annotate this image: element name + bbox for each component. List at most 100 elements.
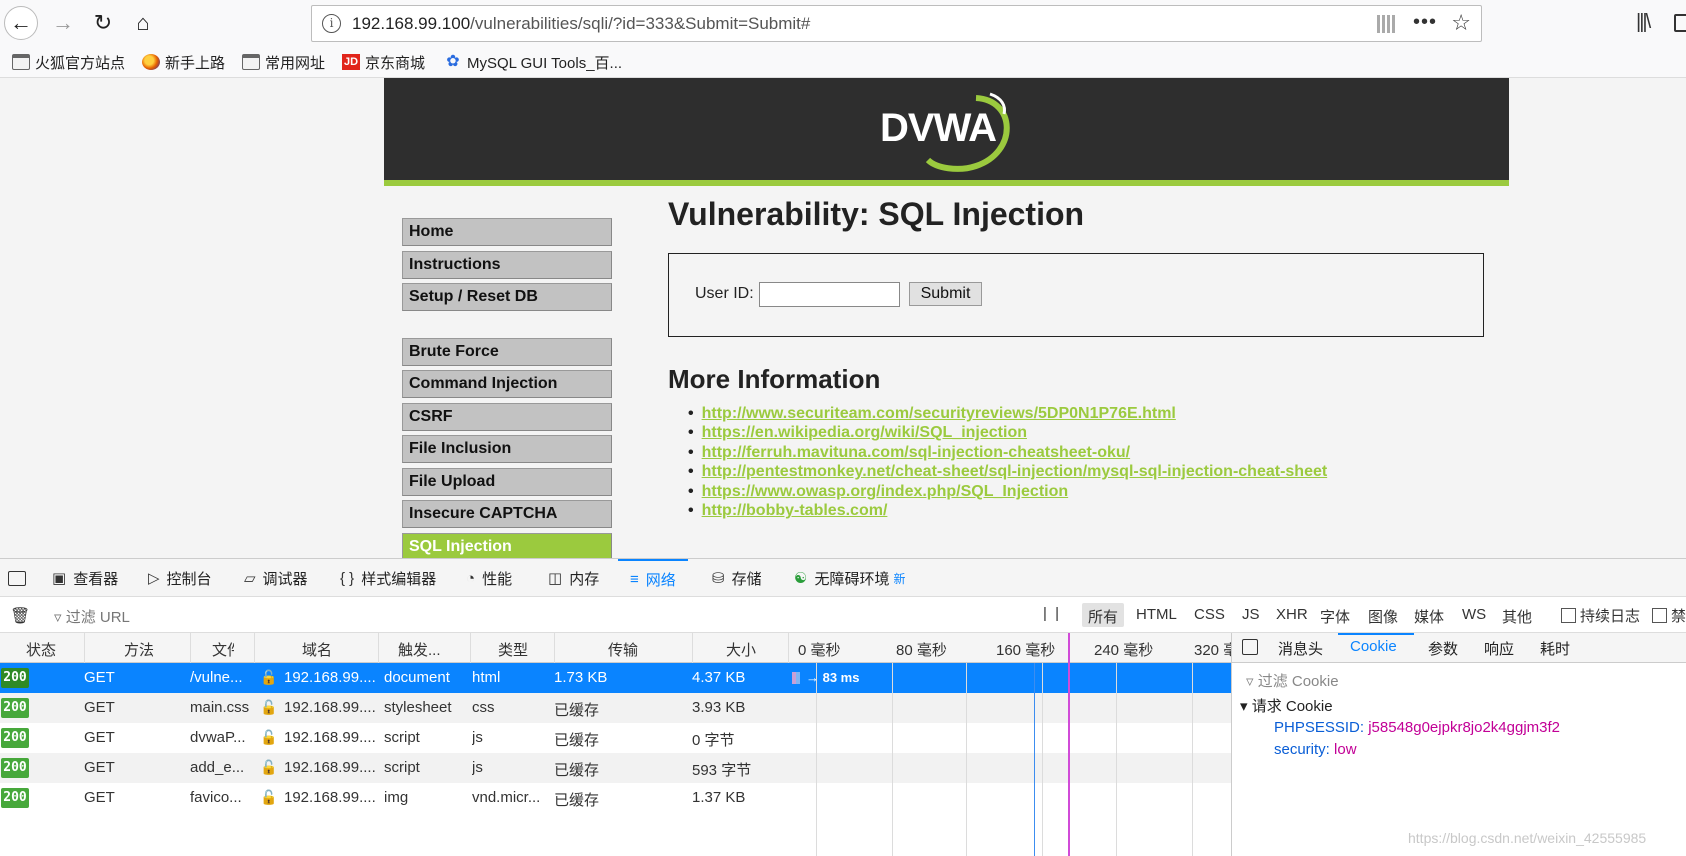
col-domain[interactable]: 域名 (302, 639, 332, 660)
request-details-panel: 消息头 Cookie 参数 响应 耗时 ▿ 过滤 Cookie ▾ 请求 Coo… (1231, 633, 1686, 856)
timeline-gridline (892, 663, 893, 856)
page-viewport: DVWA Home Instructions Setup / Reset DB … (0, 78, 1686, 558)
section-title: 请求 Cookie (1251, 698, 1333, 715)
bookmark-item[interactable]: 常用网址 (242, 52, 325, 72)
info-link[interactable]: https://www.owasp.org/index.php/SQL_Inje… (702, 483, 1069, 500)
filter-type-xhr[interactable]: XHR (1270, 603, 1314, 627)
tab-memory[interactable]: ◫ 内存 (548, 559, 599, 597)
reload-icon[interactable]: ↻ (86, 6, 120, 40)
bookmark-star-icon[interactable]: ☆ (1451, 10, 1471, 36)
info-link[interactable]: http://pentestmonkey.net/cheat-sheet/sql… (702, 463, 1328, 480)
table-row[interactable]: 200 GET favico... 🔓 192.168.99.... img v… (0, 783, 1231, 813)
filter-type-css[interactable]: CSS (1188, 603, 1231, 627)
info-link[interactable]: http://www.securiteam.com/securityreview… (702, 405, 1176, 422)
col-file[interactable]: 文件 (212, 639, 234, 660)
menu-item-command-injection[interactable]: Command Injection (402, 370, 612, 398)
filter-type-ws[interactable]: WS (1456, 603, 1492, 627)
element-picker-icon[interactable] (8, 571, 26, 586)
col-method[interactable]: 方法 (124, 639, 154, 660)
cell-file: /vulne... (190, 669, 243, 686)
col-type[interactable]: 类型 (498, 639, 528, 660)
info-link[interactable]: http://bobby-tables.com/ (702, 502, 888, 519)
details-tabbar: 消息头 Cookie 参数 响应 耗时 (1232, 633, 1686, 663)
col-transferred[interactable]: 传输 (608, 639, 638, 660)
inspector-icon: ▣ (52, 570, 67, 587)
url-bar[interactable]: i 192.168.99.100/vulnerabilities/sqli/?i… (311, 5, 1482, 42)
tab-response[interactable]: 响应 (1484, 638, 1514, 659)
cell-domain: 192.168.99.... (284, 789, 376, 806)
cell-cause: script (384, 729, 420, 746)
pause-icon[interactable]: | | (1043, 605, 1061, 622)
sidebar-icon[interactable] (1674, 14, 1686, 32)
tab-debugger[interactable]: ▱ 调试器 (244, 559, 308, 597)
submit-button[interactable]: Submit (909, 282, 982, 306)
site-info-icon[interactable]: i (322, 14, 341, 33)
collapse-panel-icon[interactable] (1242, 639, 1258, 655)
bookmark-item[interactable]: ✿ MySQL GUI Tools_百... (444, 52, 622, 72)
menu-item-home[interactable]: Home (402, 218, 612, 246)
filter-type-html[interactable]: HTML (1130, 603, 1183, 627)
bookmark-item[interactable]: 火狐官方站点 (12, 52, 125, 72)
bookmark-item[interactable]: JD 京东商城 (342, 52, 425, 72)
forward-arrow-icon[interactable]: → (46, 6, 80, 40)
tab-headers[interactable]: 消息头 (1278, 638, 1323, 659)
filter-type-media[interactable]: 媒体 (1408, 603, 1450, 627)
filter-type-other[interactable]: 其他 (1496, 603, 1538, 627)
bookmark-item[interactable]: 新手上路 (142, 52, 225, 72)
tab-storage[interactable]: ⛁ 存储 (712, 559, 762, 597)
more-actions-icon[interactable]: ••• (1413, 11, 1437, 34)
trash-icon[interactable]: 🗑 (10, 606, 30, 626)
menu-item-insecure-captcha[interactable]: Insecure CAPTCHA (402, 500, 612, 528)
home-icon[interactable]: ⌂ (126, 6, 160, 40)
tab-accessibility[interactable]: ☯ 无障碍环境新 (794, 559, 905, 597)
table-row[interactable]: 200 GET main.css 🔓 192.168.99.... styles… (0, 693, 1231, 723)
menu-item-file-upload[interactable]: File Upload (402, 467, 612, 496)
col-status[interactable]: 状态 (26, 639, 56, 660)
col-cause[interactable]: 触发... (398, 639, 441, 660)
filter-url-input[interactable]: ▿ 过滤 URL (54, 606, 130, 627)
bookmark-label: 新手上路 (165, 54, 226, 72)
persist-log-checkbox[interactable]: 持续日志 (1561, 605, 1640, 626)
tab-params[interactable]: 参数 (1428, 638, 1458, 659)
info-link[interactable]: https://en.wikipedia.org/wiki/SQL_inject… (702, 424, 1027, 441)
filter-type-js[interactable]: JS (1236, 603, 1266, 627)
tab-network[interactable]: ≡ 网络 (618, 559, 688, 597)
back-arrow-icon[interactable]: ← (4, 6, 38, 40)
menu-item-csrf[interactable]: CSRF (402, 402, 612, 431)
qr-code-icon[interactable] (1377, 15, 1395, 33)
menu-item-setup[interactable]: Setup / Reset DB (402, 283, 612, 311)
tab-style-editor[interactable]: { } 样式编辑器 (340, 559, 436, 597)
cell-domain: 192.168.99.... (284, 669, 376, 686)
request-cookies-section[interactable]: ▾ 请求 Cookie (1240, 695, 1333, 716)
table-row[interactable]: 200 GET add_e... 🔓 192.168.99.... script… (0, 753, 1231, 783)
menu-item-instructions[interactable]: Instructions (402, 250, 612, 279)
cookie-filter-input[interactable]: ▿ 过滤 Cookie (1246, 670, 1339, 691)
status-badge: 200 (1, 698, 29, 718)
timeline-tick: 240 毫秒 (1094, 642, 1154, 659)
disable-cache-checkbox[interactable]: 禁 (1652, 605, 1686, 626)
cookie-row[interactable]: PHPSESSID: j58548g0ejpkr8jo2k4ggjm3f2 (1274, 719, 1560, 736)
info-link[interactable]: http://ferruh.mavituna.com/sql-injection… (702, 444, 1131, 461)
menu-item-sql-injection[interactable]: SQL Injection (402, 532, 612, 558)
filter-type-fonts[interactable]: 字体 (1314, 603, 1356, 627)
col-size[interactable]: 大小 (726, 639, 756, 660)
bookmark-label: 火狐官方站点 (35, 54, 126, 72)
table-row[interactable]: 200 GET /vulne... 🔓 192.168.99.... docum… (0, 663, 1231, 693)
tab-timings[interactable]: 耗时 (1540, 638, 1570, 659)
url-text[interactable]: 192.168.99.100/vulnerabilities/sqli/?id=… (352, 14, 810, 34)
user-id-input[interactable] (759, 282, 900, 307)
cell-type: html (472, 669, 501, 686)
tab-performance[interactable]: ◔ 性能 (466, 559, 512, 597)
waterfall-timing: → 83 ms (806, 670, 860, 685)
menu-item-brute-force[interactable]: Brute Force (402, 337, 612, 366)
table-row[interactable]: 200 GET dvwaP... 🔓 192.168.99.... script… (0, 723, 1231, 753)
network-icon: ≡ (630, 570, 639, 588)
cookie-row[interactable]: security: low (1274, 741, 1357, 758)
tab-inspector[interactable]: ▣ 查看器 (52, 559, 118, 597)
filter-type-all[interactable]: 所有 (1082, 603, 1125, 627)
tab-console[interactable]: ▷ 控制台 (148, 559, 212, 597)
tab-cookies[interactable]: Cookie (1350, 638, 1397, 655)
library-icon[interactable]: |||\ (1636, 11, 1651, 34)
filter-type-images[interactable]: 图像 (1362, 603, 1404, 627)
menu-item-file-inclusion[interactable]: File Inclusion (402, 435, 612, 463)
